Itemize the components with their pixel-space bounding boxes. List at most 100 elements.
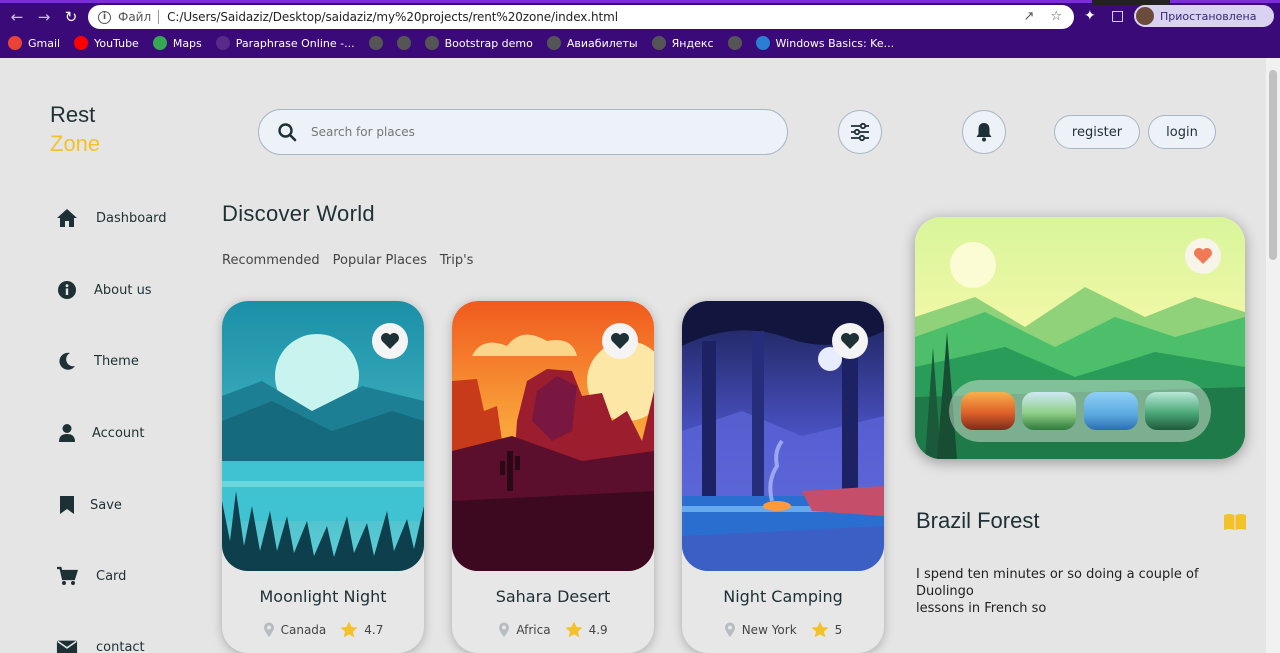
window-layout-icon[interactable]: □ <box>1111 8 1124 24</box>
bookmark-item[interactable]: Gmail <box>8 36 60 50</box>
browser-toolbar: ← → ↻ i Файл C:/Users/Saidaziz/Desktop/s… <box>0 0 1280 58</box>
bookmark-favicon-icon <box>74 36 89 50</box>
cart-icon <box>56 565 78 587</box>
heart-icon <box>1194 248 1212 264</box>
bookmark-item[interactable] <box>368 36 383 50</box>
bookmark-item[interactable]: Авиабилеты <box>546 36 638 50</box>
profile-status: Приостановлена <box>1160 9 1257 23</box>
back-arrow-icon[interactable]: ← <box>8 8 26 26</box>
location-pin-icon <box>263 622 274 637</box>
place-image-sahara <box>452 301 654 571</box>
address-bar[interactable]: i Файл C:/Users/Saidaziz/Desktop/saidazi… <box>88 5 1074 29</box>
sidebar-item-dashboard[interactable]: Dashboard <box>56 207 167 229</box>
place-rating: 4.7 <box>364 622 384 637</box>
filter-button[interactable] <box>838 110 882 154</box>
bookmark-item[interactable]: Яндекс <box>651 36 714 50</box>
category-tabs: Recommended Popular Places Trip's <box>222 253 473 268</box>
tab-trips[interactable]: Trip's <box>440 253 474 268</box>
bell-icon <box>976 123 992 142</box>
address-scheme-label: Файл <box>118 10 152 24</box>
book-icon[interactable] <box>1223 513 1247 535</box>
detail-text-line: Duolingo <box>916 584 974 599</box>
bookmark-label: Windows Basics: Ke... <box>775 36 895 50</box>
bookmark-item[interactable] <box>396 36 411 50</box>
heart-icon <box>611 333 629 349</box>
extensions-puzzle-icon[interactable]: ✦ <box>1084 8 1096 24</box>
forward-arrow-icon[interactable]: → <box>35 8 53 26</box>
featured-place-image[interactable] <box>915 217 1245 459</box>
tab-recommended[interactable]: Recommended <box>222 253 320 268</box>
notifications-button[interactable] <box>962 110 1006 154</box>
bookmark-favicon-icon <box>424 36 439 50</box>
bookmark-item[interactable]: YouTube <box>74 36 139 50</box>
detail-text-line: lessons in French so <box>916 601 1047 616</box>
detail-text-line: I spend ten minutes or so doing a couple… <box>916 567 1199 582</box>
bookmark-favicon-icon <box>396 36 411 50</box>
bookmark-item[interactable]: Paraphrase Online -... <box>215 36 355 50</box>
search-bar[interactable] <box>258 109 788 155</box>
sidebar-item-about[interactable]: About us <box>56 279 152 301</box>
bookmark-item[interactable] <box>727 36 742 50</box>
heart-icon <box>841 333 859 349</box>
login-button[interactable]: login <box>1148 115 1216 149</box>
thumbnail-mountains[interactable] <box>1022 392 1077 430</box>
star-icon <box>811 621 829 638</box>
info-icon[interactable]: i <box>98 10 111 24</box>
tab-popular-places[interactable]: Popular Places <box>333 253 427 268</box>
share-icon[interactable]: ↗ <box>1023 9 1034 24</box>
place-location: Africa <box>516 622 551 637</box>
location-pin-icon <box>499 622 510 637</box>
favorite-button[interactable] <box>832 323 868 359</box>
bookmark-icon <box>56 494 78 516</box>
bookmark-favicon-icon <box>546 36 561 50</box>
reload-icon[interactable]: ↻ <box>62 8 80 26</box>
sidebar-item-label: Card <box>96 568 127 584</box>
place-card[interactable]: Sahara Desert Africa 4.9 <box>452 301 654 653</box>
bookmark-item[interactable]: Maps <box>152 36 202 50</box>
place-meta: Africa 4.9 <box>452 621 654 638</box>
location-pin-icon <box>724 622 735 637</box>
star-bookmark-icon[interactable]: ☆ <box>1050 9 1062 24</box>
place-image-camping <box>682 301 884 571</box>
search-icon <box>278 123 297 142</box>
sidebar-item-save[interactable]: Save <box>56 494 122 516</box>
sidebar-item-contact[interactable]: contact <box>56 636 145 653</box>
favorite-button[interactable] <box>1185 238 1221 274</box>
address-url[interactable]: C:/Users/Saidaziz/Desktop/saidaziz/my%20… <box>167 10 618 24</box>
sidebar-item-account[interactable]: Account <box>56 422 145 444</box>
favorite-button[interactable] <box>602 323 638 359</box>
scrollbar-thumb[interactable] <box>1269 70 1277 260</box>
detail-title: Brazil Forest <box>916 508 1040 533</box>
sidebar-item-label: Dashboard <box>96 210 167 226</box>
star-icon <box>340 621 358 638</box>
sidebar-item-label: About us <box>94 282 152 298</box>
place-rating: 5 <box>834 622 843 637</box>
sidebar-item-label: Theme <box>94 353 139 369</box>
place-card[interactable]: Night Camping New York 5 <box>682 301 884 653</box>
scrollbar[interactable] <box>1266 58 1280 653</box>
search-input[interactable] <box>311 125 751 139</box>
bookmark-label: Maps <box>172 36 202 50</box>
place-card[interactable]: Moonlight Night Canada 4.7 <box>222 301 424 653</box>
favorite-button[interactable] <box>372 323 408 359</box>
thumbnail-torii[interactable] <box>1083 392 1138 430</box>
bookmark-label: Авиабилеты <box>566 36 638 50</box>
gallery-thumbnails <box>949 380 1211 442</box>
site-logo[interactable]: Rest Zone <box>50 100 100 158</box>
register-button[interactable]: register <box>1054 115 1140 149</box>
thumbnail-sunset[interactable] <box>960 392 1015 430</box>
bookmark-item[interactable]: Windows Basics: Ke... <box>755 36 895 50</box>
bookmark-item[interactable]: Bootstrap demo <box>424 36 533 50</box>
sidebar-item-theme[interactable]: Theme <box>56 350 139 372</box>
thumbnail-forest[interactable] <box>1145 392 1200 430</box>
bookmark-favicon-icon <box>215 36 230 50</box>
tab-accent-bar <box>0 0 1280 3</box>
bookmark-label: Яндекс <box>671 36 714 50</box>
sidebar-item-card[interactable]: Card <box>56 565 126 587</box>
sidebar-item-label: Account <box>92 425 145 441</box>
profile-button[interactable]: Приостановлена <box>1134 5 1274 27</box>
bookmark-favicon-icon <box>8 36 22 50</box>
place-image-moonlight <box>222 301 424 571</box>
bookmark-favicon-icon <box>651 36 666 50</box>
sidebar-item-label: Save <box>90 497 122 513</box>
